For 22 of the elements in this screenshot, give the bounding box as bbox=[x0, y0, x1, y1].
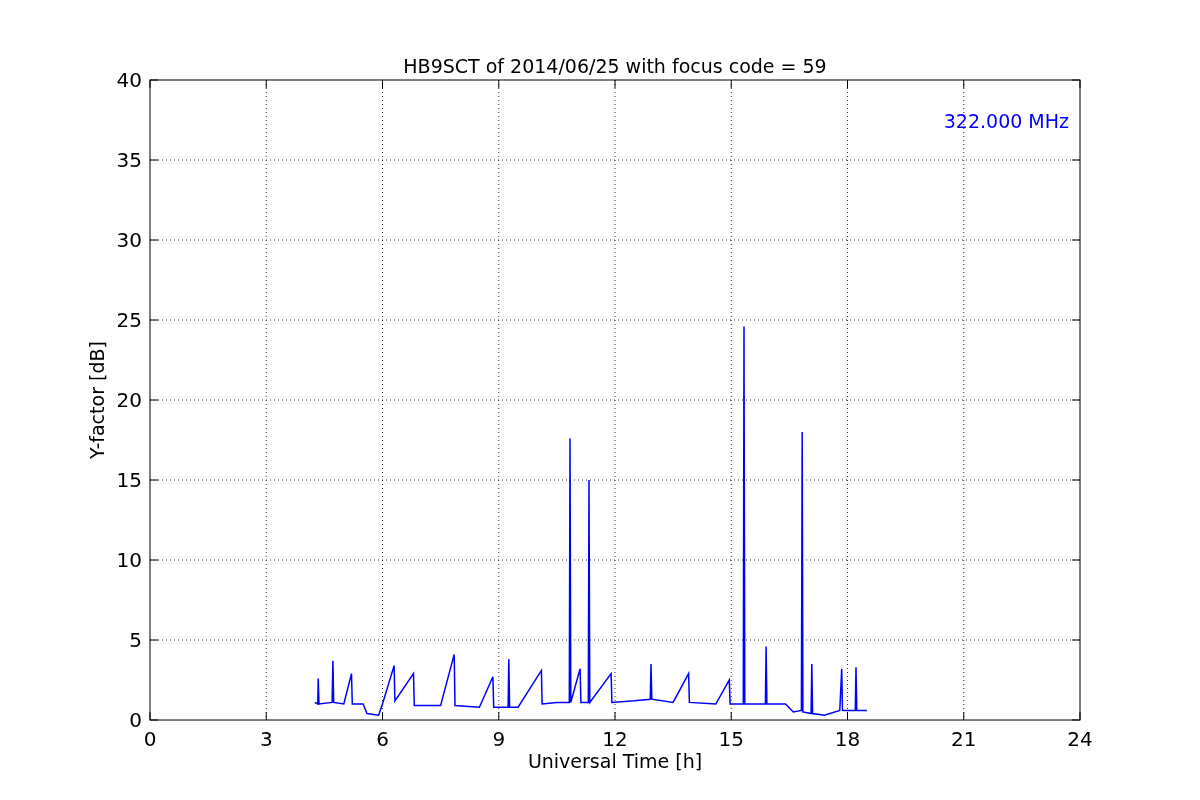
x-tick-label: 3 bbox=[259, 727, 273, 751]
x-tick-label: 6 bbox=[376, 727, 389, 751]
y-tick-label: 40 bbox=[116, 68, 142, 92]
x-tick-label: 18 bbox=[834, 727, 861, 751]
y-tick-label: 5 bbox=[129, 628, 142, 652]
y-tick-label: 0 bbox=[129, 708, 142, 732]
x-tick-label: 12 bbox=[602, 727, 628, 751]
x-tick-label: 15 bbox=[718, 727, 744, 751]
y-tick-label: 35 bbox=[116, 148, 142, 172]
x-tick-label: 0 bbox=[143, 727, 157, 751]
chart-title: HB9SCT of 2014/06/25 with focus code = 59 bbox=[403, 55, 827, 77]
y-tick-label: 10 bbox=[116, 548, 142, 572]
x-tick-label: 24 bbox=[1067, 727, 1093, 751]
x-tick-label: 9 bbox=[492, 727, 506, 751]
y-tick-label: 15 bbox=[116, 468, 142, 492]
y-tick-label: 20 bbox=[116, 388, 142, 412]
y-tick-label: 30 bbox=[116, 228, 142, 252]
x-axis-title: Universal Time [h] bbox=[527, 750, 703, 772]
y-axis-title: Y-factor [dB] bbox=[86, 341, 108, 459]
series-label: 322.000 MHz bbox=[943, 110, 1069, 132]
x-tick-label: 21 bbox=[951, 727, 977, 751]
y-tick-label: 25 bbox=[116, 308, 142, 332]
